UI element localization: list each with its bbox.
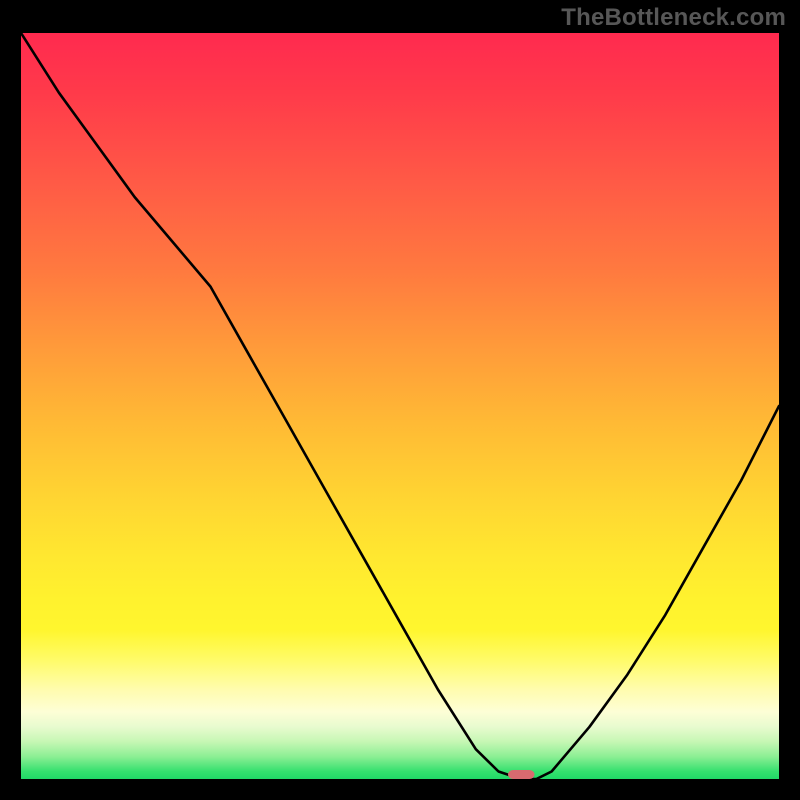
curve-svg xyxy=(21,33,779,779)
watermark-text: TheBottleneck.com xyxy=(561,4,786,32)
plot-area xyxy=(21,33,779,779)
chart-container: TheBottleneck.com xyxy=(0,0,800,800)
optimal-marker xyxy=(508,770,535,779)
bottleneck-curve xyxy=(21,33,779,779)
